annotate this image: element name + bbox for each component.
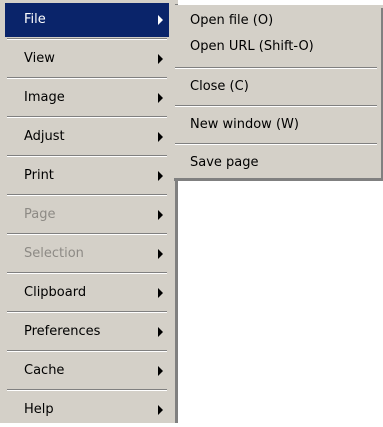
submenu-arrow-icon [158,210,163,220]
menu-separator [7,272,167,274]
menu-item-image[interactable]: Image [5,81,169,115]
menu-item-label: Preferences [24,324,101,339]
menu-item-label: Print [24,168,54,183]
submenu-arrow-icon [158,366,163,376]
submenu-arrow-icon [158,327,163,337]
menu-item-label: Cache [24,363,65,378]
submenu-arrow-icon [158,93,163,103]
submenu-item-open-url[interactable]: Open URL (Shift-O) [173,36,379,58]
submenu-arrow-icon [158,15,163,25]
submenu-separator [175,105,377,107]
menu-item-label: Clipboard [24,285,87,300]
submenu-item-label: New window (W) [190,117,299,132]
submenu-item-label: Close (C) [190,79,249,94]
menu-separator [7,311,167,313]
menu-item-label: Image [24,90,65,105]
menu-separator [7,350,167,352]
submenu-separator [175,67,377,69]
menu-item-view[interactable]: View [5,42,169,76]
menu-item-selection: Selection [5,237,169,271]
menu-item-preferences[interactable]: Preferences [5,315,169,349]
menu-separator [7,194,167,196]
submenu-item-new-window[interactable]: New window (W) [173,114,379,136]
submenu-item-label: Open URL (Shift-O) [190,39,314,54]
menu-item-print[interactable]: Print [5,159,169,193]
menu-item-label: View [24,51,55,66]
menu-item-label: Page [24,207,56,222]
submenu-arrow-icon [158,171,163,181]
submenu-arrow-icon [158,405,163,415]
menu-item-file[interactable]: File [5,3,169,37]
file-submenu: Open file (O) Open URL (Shift-O) Close (… [171,5,383,181]
submenu-item-close[interactable]: Close (C) [173,76,379,98]
menu-separator [7,389,167,391]
submenu-item-save-page[interactable]: Save page [173,152,379,174]
menu-item-label: Adjust [24,129,65,144]
menu-item-label: Selection [24,246,84,261]
submenu-item-label: Save page [190,155,259,170]
menu-separator [7,233,167,235]
menu-item-page: Page [5,198,169,232]
menu-item-help[interactable]: Help [5,393,169,427]
submenu-arrow-icon [158,132,163,142]
submenu-shadow [174,178,383,181]
menu-separator [7,38,167,40]
submenu-arrow-icon [158,288,163,298]
menu-separator [7,77,167,79]
menu-item-label: Help [24,402,54,417]
menu-item-clipboard[interactable]: Clipboard [5,276,169,310]
submenu-separator [175,143,377,145]
menu-item-adjust[interactable]: Adjust [5,120,169,154]
menu-separator [7,116,167,118]
submenu-arrow-icon [158,249,163,259]
menu-item-label: File [24,12,46,27]
context-menu: File View Image Adjust Print Page Select… [0,0,178,423]
menu-separator [7,155,167,157]
submenu-item-label: Open file (O) [190,13,274,28]
submenu-arrow-icon [158,54,163,64]
submenu-item-open-file[interactable]: Open file (O) [173,10,379,32]
menu-item-cache[interactable]: Cache [5,354,169,388]
